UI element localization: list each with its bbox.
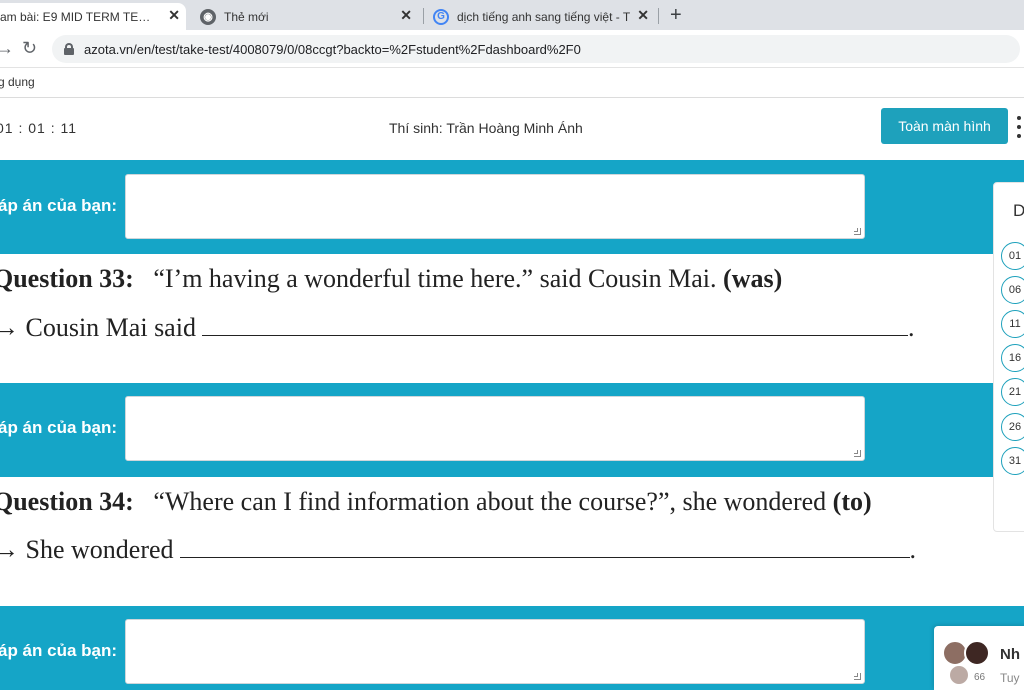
- tab-translate[interactable]: G dịch tiếng anh sang tiếng việt - T ✕: [433, 3, 655, 30]
- exam-header: 01 : 01 : 11 Thí sinh: Trần Hoàng Minh Á…: [0, 98, 1024, 160]
- address-bar: → ↻ azota.vn/en/test/take-test/4008079/0…: [0, 30, 1024, 68]
- resize-grip-icon[interactable]: [854, 673, 861, 680]
- chrome-icon: ◉: [200, 8, 216, 25]
- answer-prefix: → Cousin Mai said: [0, 313, 196, 342]
- question-hint: (to): [832, 487, 872, 516]
- question-navigator: D 01 06 11 16 21 26 31: [993, 182, 1024, 532]
- nav-question-16[interactable]: 16: [1001, 344, 1024, 372]
- url-text: azota.vn/en/test/take-test/4008079/0/08c…: [84, 41, 581, 57]
- question-text: Question 34: “Where can I find informati…: [0, 487, 872, 517]
- tab-exam-title: am bài: E9 MID TERM TEST 1-đề: [0, 9, 156, 24]
- bookmark-apps[interactable]: g dụng: [0, 75, 35, 89]
- question-label: Question 34:: [0, 487, 134, 516]
- chat-widget[interactable]: Nh 66 Tuy: [934, 626, 1024, 690]
- nav-question-31[interactable]: 31: [1001, 447, 1024, 475]
- answer-label: áp án của bạn:: [0, 418, 118, 437]
- answer-textarea[interactable]: [125, 396, 865, 461]
- answer-end: .: [907, 313, 915, 342]
- question-hint: (was): [723, 264, 783, 293]
- candidate-name: Thí sinh: Trần Hoàng Minh Ánh: [389, 120, 583, 136]
- answer-label: áp án của bạn:: [0, 641, 118, 660]
- answer-label: áp án của bạn:: [0, 196, 118, 215]
- nav-question-01[interactable]: 01: [1001, 242, 1024, 270]
- answer-textarea[interactable]: [125, 174, 865, 239]
- question-34-answer-line: → She wondered.: [0, 535, 916, 565]
- nav-question-11[interactable]: 11: [1001, 310, 1024, 338]
- fullscreen-button[interactable]: Toàn màn hình: [881, 108, 1008, 144]
- bookmarks-bar: g dụng: [0, 68, 1024, 98]
- chat-name: Nh: [1000, 646, 1020, 663]
- question-34: Question 34: “Where can I find informati…: [0, 487, 872, 517]
- close-icon[interactable]: ✕: [168, 7, 180, 24]
- reload-icon[interactable]: ↻: [22, 38, 37, 59]
- question-label: Question 33:: [0, 264, 134, 293]
- question-33-answer-line: → Cousin Mai said.: [0, 313, 914, 343]
- question-text: Question 33: “I’m having a wonderful tim…: [0, 264, 782, 294]
- answer-blank: [201, 316, 908, 336]
- tab-new[interactable]: ◉ Thẻ mới ✕: [200, 3, 418, 30]
- answer-prefix: → She wondered: [0, 535, 174, 564]
- url-input[interactable]: azota.vn/en/test/take-test/4008079/0/08c…: [52, 35, 1020, 63]
- question-prompt: “I’m having a wonderful time here.” said…: [153, 264, 717, 293]
- avatar: [964, 640, 990, 666]
- google-icon: G: [433, 8, 449, 25]
- chat-subtitle: Tuy: [1000, 671, 1020, 685]
- answer-section: áp án của bạn:: [0, 160, 1024, 254]
- new-tab-icon[interactable]: +: [670, 4, 682, 27]
- resize-grip-icon[interactable]: [854, 450, 861, 457]
- nav-question-26[interactable]: 26: [1001, 413, 1024, 441]
- resize-grip-icon[interactable]: [854, 228, 861, 235]
- nav-question-21[interactable]: 21: [1001, 378, 1024, 406]
- navigator-title: D: [1013, 201, 1024, 220]
- close-icon[interactable]: ✕: [400, 7, 412, 24]
- tab-separator: [423, 8, 424, 24]
- question-33: Question 33: “I’m having a wonderful tim…: [0, 264, 782, 294]
- question-prompt: “Where can I find information about the …: [153, 487, 827, 516]
- countdown-timer: 01 : 01 : 11: [0, 120, 78, 136]
- tab-separator: [658, 8, 659, 24]
- tab-translate-title: dịch tiếng anh sang tiếng việt - T: [457, 9, 631, 24]
- answer-textarea[interactable]: [125, 619, 865, 684]
- tab-exam[interactable]: am bài: E9 MID TERM TEST 1-đề ✕: [0, 3, 186, 30]
- answer-blank: [179, 538, 910, 558]
- nav-question-06[interactable]: 06: [1001, 276, 1024, 304]
- close-icon[interactable]: ✕: [637, 7, 649, 24]
- more-menu-icon[interactable]: [1016, 116, 1022, 138]
- tab-new-title: Thẻ mới: [224, 9, 269, 24]
- forward-icon[interactable]: →: [0, 38, 14, 59]
- browser-tab-bar: am bài: E9 MID TERM TEST 1-đề ✕ ◉ Thẻ mớ…: [0, 0, 1024, 30]
- answer-section: áp án của bạn:: [0, 606, 1024, 690]
- chat-count: 66: [974, 672, 986, 683]
- lock-icon: [64, 43, 74, 55]
- answer-section: áp án của bạn:: [0, 383, 1024, 477]
- answer-end: .: [909, 535, 917, 564]
- avatar: [948, 664, 970, 686]
